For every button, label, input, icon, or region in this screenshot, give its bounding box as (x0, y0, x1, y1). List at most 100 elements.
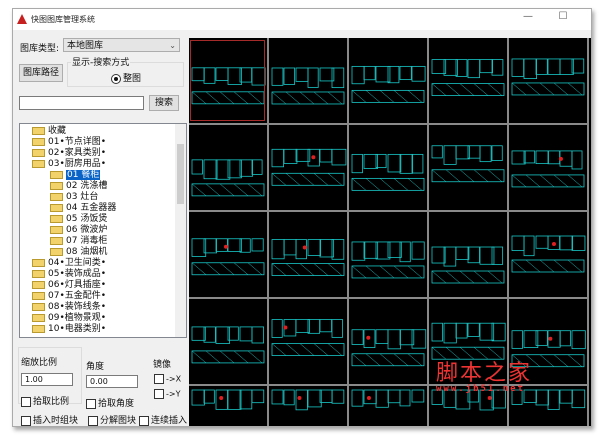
tree-node-label: 09•植物景观• (48, 313, 107, 323)
cad-drawing (351, 153, 425, 191)
scrollbar-thumb[interactable] (177, 144, 184, 204)
continuous-insert-label: 连续插入 (151, 416, 188, 426)
tree-node-label: 04 五金器器 (66, 203, 117, 213)
scale-input[interactable]: 1.00 (21, 373, 73, 386)
cad-drawing (191, 389, 265, 410)
angle-input[interactable]: 0.00 (86, 375, 138, 388)
cad-drawing (511, 235, 586, 273)
cad-drawing (351, 329, 427, 367)
drawing-thumbnail[interactable] (509, 38, 589, 125)
pick-angle-label: 拾取角度 (98, 399, 135, 409)
drawing-thumbnail[interactable] (429, 125, 509, 212)
tree-node[interactable]: 收藏 (32, 126, 66, 137)
checkbox-icon (21, 396, 31, 407)
group-on-insert-checkbox[interactable]: 插入时组块 (21, 413, 78, 426)
library-path-button[interactable]: 图库路径 (19, 64, 63, 82)
tree-node[interactable]: 02 洗涤槽 (50, 181, 107, 192)
cad-drawing (271, 319, 345, 356)
tree-node-label: 07•五金配件• (48, 291, 107, 301)
folder-icon (32, 313, 45, 322)
chevron-down-icon: ⌄ (169, 41, 176, 50)
drawing-thumbnail[interactable] (429, 38, 509, 125)
minimize-button[interactable]: — (513, 11, 543, 27)
library-type-select[interactable]: 本地图库 ⌄ (63, 38, 180, 52)
folder-icon (32, 280, 45, 289)
tree-node[interactable]: 05•装饰成品• (32, 269, 106, 280)
checkbox-icon (139, 415, 149, 426)
mirror-x-checkbox[interactable]: ->X (154, 374, 181, 384)
tree-node-label: 收藏 (48, 126, 67, 136)
drawing-thumbnail[interactable] (349, 38, 429, 125)
tree-node[interactable]: 07 消毒柜 (50, 236, 107, 247)
drawing-thumbnail[interactable] (429, 212, 509, 299)
folder-icon (32, 302, 45, 311)
folder-icon (50, 247, 63, 256)
drawing-thumbnail[interactable] (269, 386, 349, 426)
cad-drawing (351, 389, 425, 408)
explode-block-checkbox[interactable]: 分解图块 (88, 413, 136, 426)
tree-node[interactable]: 06•灯具插座• (32, 280, 106, 291)
tree-node[interactable]: 07•五金配件• (32, 291, 106, 302)
group-on-insert-label: 插入时组块 (33, 416, 79, 426)
drawing-thumbnail[interactable] (189, 299, 269, 386)
drawing-thumbnail[interactable] (269, 125, 349, 212)
drawing-thumbnail[interactable] (349, 386, 429, 426)
tree-node[interactable]: 03 灶台 (50, 192, 98, 203)
tree-node[interactable]: 04•卫生间类• (32, 258, 106, 269)
whole-image-radio[interactable]: 整图 (111, 71, 141, 84)
tree-node[interactable]: 03•厨房用品• (32, 159, 106, 170)
radio-label: 整图 (123, 74, 142, 84)
drawing-thumbnail[interactable] (269, 299, 349, 386)
window-title: 快图图库管理系统 (31, 15, 95, 24)
cad-drawing (191, 67, 266, 105)
tree-node[interactable]: 10•电器类别• (32, 324, 106, 335)
tree-node[interactable]: 08•装饰线条• (32, 302, 106, 313)
drawing-thumbnail[interactable] (189, 125, 269, 212)
cad-drawing (191, 326, 265, 364)
tree-scrollbar[interactable] (175, 124, 186, 337)
mirror-y-checkbox[interactable]: ->Y (154, 389, 180, 399)
mirror-label: 镜像 (153, 360, 172, 370)
search-input[interactable] (19, 96, 144, 110)
drawing-thumbnail[interactable] (269, 212, 349, 299)
cad-drawing (431, 246, 505, 284)
drawing-thumbnail[interactable] (269, 38, 349, 125)
continuous-insert-checkbox[interactable]: 连续插入 (139, 413, 187, 426)
tree-node[interactable]: 01•节点详图• (32, 137, 106, 148)
checkbox-icon (154, 389, 164, 399)
tree-node[interactable]: 08 油烟机 (50, 247, 107, 258)
tree-node-label: 06•灯具插座• (48, 280, 107, 290)
mirror-x-label: ->X (166, 374, 182, 384)
pick-scale-checkbox[interactable]: 拾取比例 (21, 394, 69, 407)
library-tree[interactable]: 收藏 01•节点详图• 02•家具类别• 03•厨房用品• 01 餐柜 02 洗涤槽 03 … (19, 123, 187, 338)
tree-node-label: 05 汤饭煲 (66, 214, 108, 224)
cad-drawing (351, 65, 426, 103)
folder-icon (50, 170, 63, 179)
search-button[interactable]: 搜索 (149, 95, 179, 111)
drawing-thumbnail[interactable] (189, 38, 269, 125)
drawing-thumbnail[interactable] (349, 299, 429, 386)
folder-icon (32, 137, 45, 146)
drawing-thumbnail[interactable] (509, 125, 589, 212)
tree-node[interactable]: 04 五金器器 (50, 203, 116, 214)
cad-drawing (511, 58, 585, 96)
drawing-thumbnail[interactable] (189, 212, 269, 299)
explode-block-label: 分解图块 (100, 416, 137, 426)
cad-drawing (271, 239, 345, 276)
drawing-thumbnail[interactable] (189, 386, 269, 426)
tree-node[interactable]: 05 汤饭煲 (50, 214, 107, 225)
drawing-thumbnail[interactable] (349, 212, 429, 299)
pick-angle-checkbox[interactable]: 拾取角度 (86, 396, 134, 409)
drawing-thumbnail[interactable] (509, 212, 589, 299)
maximize-button[interactable]: ☐ (548, 11, 578, 27)
drawing-thumbnail[interactable] (349, 125, 429, 212)
tree-node[interactable]: 02•家具类别• (32, 148, 106, 159)
tree-node[interactable]: 01 餐柜 (50, 170, 101, 181)
tree-node-label: 02 洗涤槽 (66, 181, 108, 191)
tree-node-label: 01 餐柜 (66, 170, 101, 180)
tree-node-label: 08 油烟机 (66, 247, 108, 257)
folder-icon (50, 225, 63, 234)
tree-node-label: 03•厨房用品• (48, 159, 107, 169)
tree-node[interactable]: 09•植物景观• (32, 313, 106, 324)
tree-node[interactable]: 06 微波炉 (50, 225, 107, 236)
